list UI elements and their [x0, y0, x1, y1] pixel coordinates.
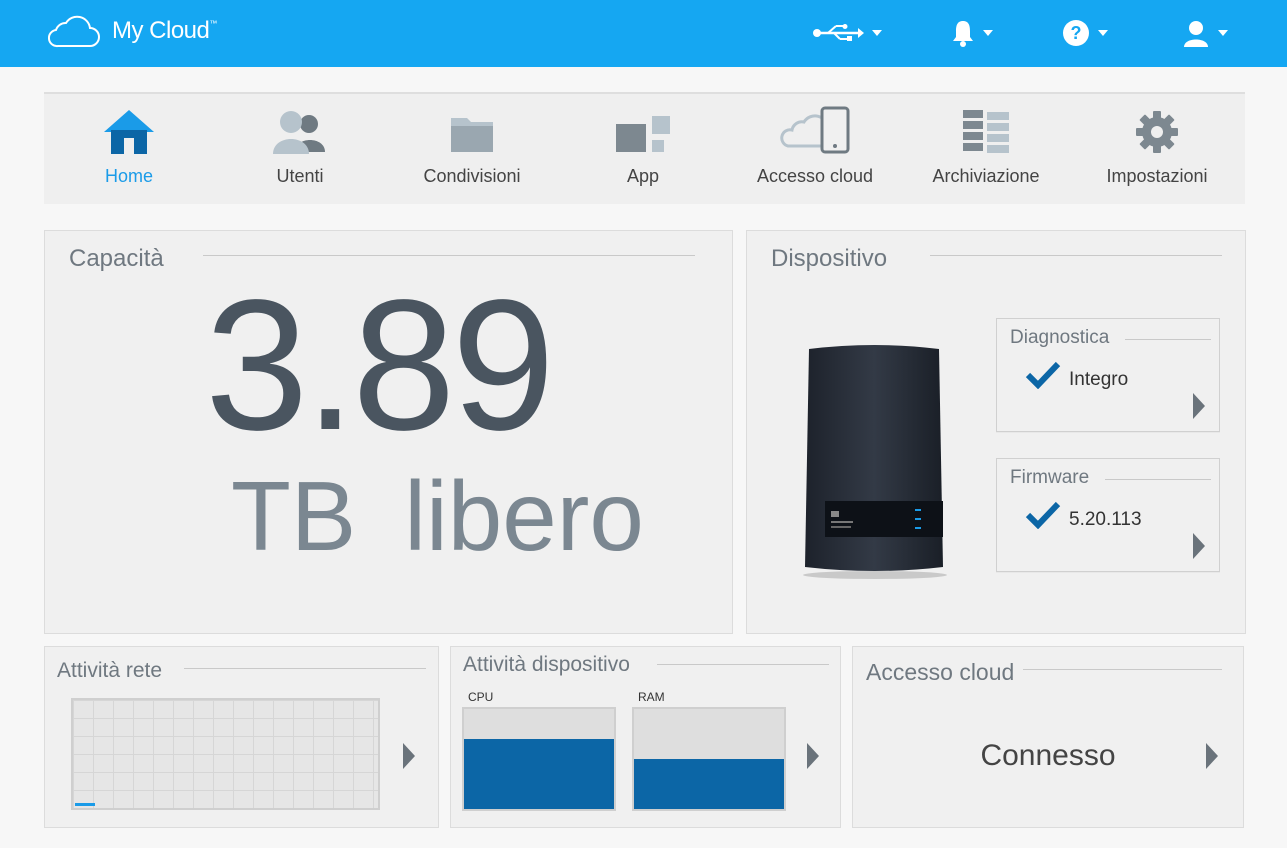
network-title: Attività rete	[57, 659, 163, 682]
cpu-label: CPU	[468, 690, 494, 704]
user-icon	[1184, 21, 1208, 47]
bell-icon	[953, 21, 973, 47]
chevron-down-icon	[1098, 30, 1108, 36]
capacity-suffix: libero	[404, 461, 644, 571]
top-bar: My Cloud™ ?	[0, 0, 1287, 67]
gear-icon	[1136, 111, 1178, 153]
capacity-panel[interactable]: Capacità 3.89 TB libero	[44, 230, 733, 634]
chevron-right-icon[interactable]	[807, 743, 819, 769]
chevron-right-icon[interactable]	[1193, 393, 1205, 419]
firmware-card[interactable]: Firmware 5.20.113	[996, 458, 1220, 572]
home-icon	[104, 110, 154, 154]
help-icon: ?	[1063, 20, 1089, 46]
nav-label: Utenti	[276, 166, 324, 186]
chevron-down-icon	[872, 30, 882, 36]
chevron-down-icon	[983, 30, 993, 36]
capacity-value: 3.89	[205, 262, 555, 469]
apps-icon	[616, 116, 670, 152]
cpu-meter-fill	[464, 739, 614, 809]
cpu-meter	[462, 707, 616, 811]
diagnostics-title: Diagnostica	[1010, 327, 1110, 348]
divider	[930, 255, 1222, 256]
firmware-value: 5.20.113	[1069, 509, 1142, 530]
device-activity-title: Attività dispositivo	[463, 653, 630, 676]
divider	[1023, 669, 1222, 670]
chevron-right-icon[interactable]	[403, 743, 415, 769]
cloud-access-icon	[780, 106, 850, 154]
ram-meter-fill	[634, 759, 784, 809]
cloud-logo-icon	[47, 15, 100, 48]
capacity-unit-line: TB libero	[231, 467, 644, 565]
divider	[203, 255, 695, 256]
nav-label: App	[626, 166, 660, 186]
usb-menu-button[interactable]	[812, 18, 882, 48]
main-nav: Home Utenti Condivisioni App Accesso clo…	[44, 92, 1245, 204]
cloud-status: Connesso	[980, 739, 1116, 772]
nav-label: Home	[104, 166, 153, 186]
firmware-title: Firmware	[1010, 467, 1090, 488]
nav-label: Accesso cloud	[756, 166, 874, 186]
chevron-right-icon[interactable]	[1206, 743, 1218, 769]
divider	[1105, 479, 1211, 480]
storage-icon	[963, 110, 1009, 153]
nav-label: Condivisioni	[423, 166, 521, 186]
notifications-button[interactable]	[951, 18, 993, 48]
nas-device-image	[803, 345, 947, 579]
network-graph	[71, 698, 380, 810]
user-menu-button[interactable]	[1182, 18, 1228, 48]
brand-name: My Cloud	[112, 17, 210, 44]
network-activity-line	[75, 803, 95, 806]
nav-label: Impostazioni	[1106, 166, 1208, 186]
capacity-unit: TB	[231, 461, 357, 571]
help-button[interactable]: ?	[1062, 18, 1108, 48]
nav-item-settings[interactable]: Impostazioni	[1072, 102, 1242, 198]
folder-icon	[451, 118, 493, 152]
divider	[184, 668, 426, 669]
nav-item-cloud-access[interactable]: Accesso cloud	[730, 102, 900, 198]
chevron-down-icon	[1218, 30, 1228, 36]
nav-label: Archiviazione	[932, 166, 1040, 186]
users-icon	[273, 111, 325, 154]
ram-meter	[632, 707, 786, 811]
nav-item-home[interactable]: Home	[44, 102, 214, 198]
svg-text:?: ?	[1071, 23, 1082, 43]
divider	[1125, 339, 1211, 340]
nav-item-apps[interactable]: App	[558, 102, 728, 198]
check-icon	[1025, 501, 1061, 529]
nav-item-users[interactable]: Utenti	[215, 102, 385, 198]
logo[interactable]: My Cloud™	[46, 14, 217, 48]
nav-item-storage[interactable]: Archiviazione	[901, 102, 1071, 198]
capacity-title: Capacità	[69, 245, 164, 272]
trademark: ™	[209, 19, 217, 28]
chevron-right-icon[interactable]	[1193, 533, 1205, 559]
usb-icon	[813, 24, 864, 41]
device-panel: Dispositivo Diagnostica Integro Firmware	[746, 230, 1246, 634]
ram-label: RAM	[638, 690, 665, 704]
device-title: Dispositivo	[771, 245, 888, 272]
network-activity-panel[interactable]: Attività rete	[44, 646, 439, 828]
diagnostics-value: Integro	[1069, 369, 1129, 390]
device-activity-panel[interactable]: Attività dispositivo CPU RAM	[450, 646, 841, 828]
check-icon	[1025, 361, 1061, 389]
cloud-access-title: Accesso cloud	[866, 659, 1015, 685]
cloud-access-panel[interactable]: Accesso cloud Connesso	[852, 646, 1244, 828]
nav-item-shares[interactable]: Condivisioni	[387, 102, 557, 198]
diagnostics-card[interactable]: Diagnostica Integro	[996, 318, 1220, 432]
divider	[657, 664, 829, 665]
